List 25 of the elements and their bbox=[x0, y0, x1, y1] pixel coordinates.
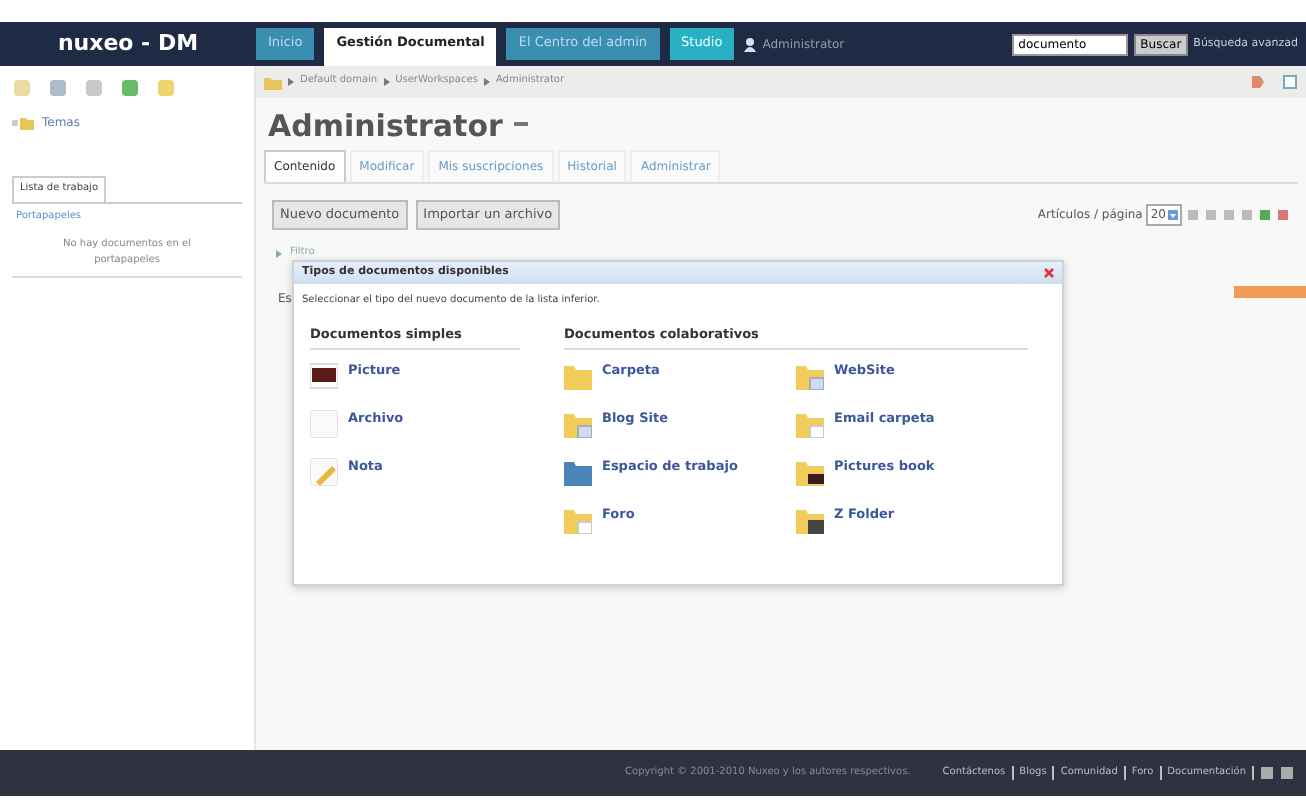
folder-icon bbox=[796, 362, 824, 391]
page-title: Administrator bbox=[268, 106, 503, 148]
folder-icon bbox=[564, 362, 592, 391]
pencil-icon bbox=[310, 458, 338, 487]
user-icon bbox=[744, 37, 757, 51]
folder-icon bbox=[796, 410, 824, 439]
folder-icon bbox=[264, 75, 282, 89]
close-icon[interactable] bbox=[1044, 268, 1054, 278]
folder-icon bbox=[796, 458, 824, 487]
arrow-icon bbox=[483, 78, 490, 86]
caret-icon bbox=[1168, 209, 1178, 220]
status-badge bbox=[1234, 286, 1306, 298]
folder-icon bbox=[564, 458, 592, 487]
page-icon bbox=[1282, 74, 1298, 90]
arrow-icon bbox=[288, 78, 294, 86]
blank-page-icon bbox=[310, 410, 338, 439]
arrow-icon bbox=[276, 250, 282, 258]
logo: nuxeo - DM bbox=[55, 27, 201, 60]
folder-icon bbox=[564, 506, 592, 535]
arrow-icon bbox=[383, 78, 390, 86]
folder-icon bbox=[12, 116, 34, 130]
image-icon bbox=[310, 362, 338, 391]
tag-icon bbox=[1250, 74, 1266, 90]
folder-icon bbox=[796, 506, 824, 535]
folder-icon bbox=[564, 410, 592, 439]
